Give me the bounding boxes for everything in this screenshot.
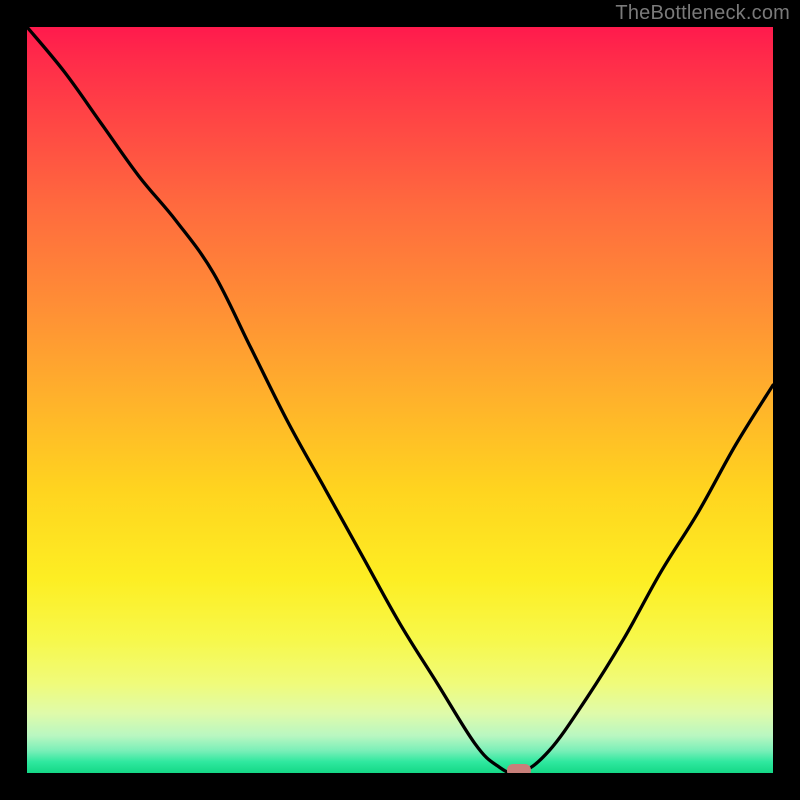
optimum-marker	[507, 764, 531, 773]
bottleneck-curve	[27, 27, 773, 773]
plot-area	[27, 27, 773, 773]
watermark-text: TheBottleneck.com	[615, 2, 790, 25]
chart-frame: TheBottleneck.com	[0, 0, 800, 800]
